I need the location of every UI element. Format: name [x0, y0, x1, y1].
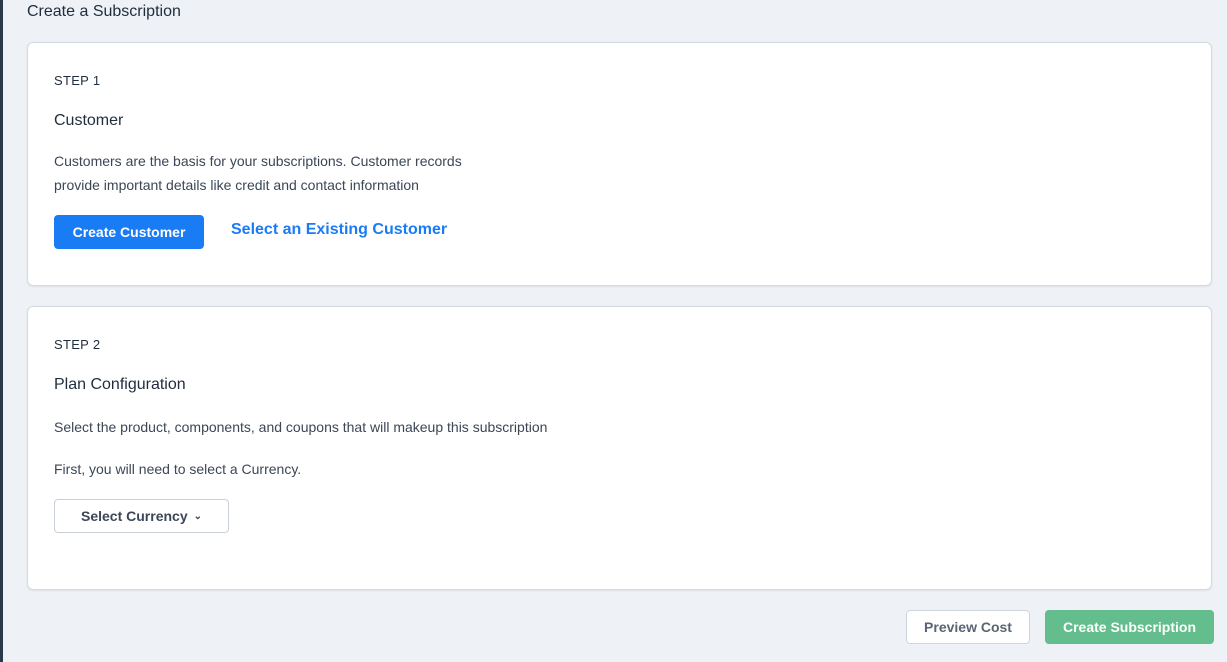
- select-currency-dropdown[interactable]: Select Currency ⌄: [54, 499, 229, 533]
- customer-heading: Customer: [54, 112, 124, 129]
- step-plan-card: STEP 2 Plan Configuration Select the pro…: [27, 306, 1212, 590]
- plan-configuration-heading: Plan Configuration: [54, 376, 186, 393]
- step-label: STEP 2: [54, 337, 101, 352]
- preview-cost-button[interactable]: Preview Cost: [906, 610, 1030, 644]
- customer-description-line: provide important details like credit an…: [54, 177, 419, 193]
- create-customer-button[interactable]: Create Customer: [54, 215, 204, 249]
- plan-description: Select the product, components, and coup…: [54, 419, 548, 435]
- select-existing-customer-link[interactable]: Select an Existing Customer: [231, 221, 447, 239]
- chevron-down-icon: ⌄: [193, 510, 202, 522]
- left-rail: [0, 0, 3, 662]
- currency-note: First, you will need to select a Currenc…: [54, 461, 302, 477]
- select-currency-label: Select Currency: [81, 508, 188, 524]
- page-title: Create a Subscription: [27, 3, 181, 20]
- customer-description: Customers are the basis for your subscri…: [54, 149, 462, 197]
- step-customer-card: STEP 1 Customer Customers are the basis …: [27, 42, 1212, 286]
- customer-description-line: Customers are the basis for your subscri…: [54, 153, 462, 169]
- step-label: STEP 1: [54, 73, 101, 88]
- create-subscription-button[interactable]: Create Subscription: [1045, 610, 1214, 644]
